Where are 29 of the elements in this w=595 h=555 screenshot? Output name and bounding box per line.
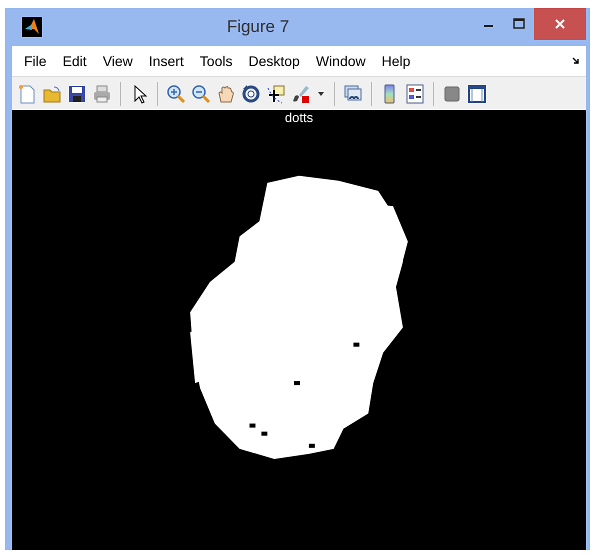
- axes-title: dotts: [284, 110, 314, 125]
- save-icon[interactable]: [67, 84, 87, 104]
- new-file-icon[interactable]: [17, 84, 37, 104]
- menu-item[interactable]: Edit: [54, 53, 95, 69]
- close-button[interactable]: [534, 8, 586, 40]
- zoom-out-icon[interactable]: [191, 84, 211, 104]
- zoom-in-icon[interactable]: [166, 84, 186, 104]
- menu-item[interactable]: Window: [308, 53, 374, 69]
- hand-icon[interactable]: [216, 84, 236, 104]
- print-icon[interactable]: [92, 84, 112, 104]
- menu-item[interactable]: View: [94, 53, 141, 69]
- close-icon: [554, 18, 566, 30]
- menu-item[interactable]: Desktop: [240, 53, 308, 69]
- hide-tools-icon[interactable]: [442, 84, 462, 104]
- open-folder-icon[interactable]: [42, 84, 62, 104]
- dock-arrow-icon[interactable]: [572, 57, 580, 65]
- window-title: Figure 7: [226, 17, 290, 37]
- menu-item[interactable]: Help: [374, 53, 418, 69]
- brush-icon[interactable]: [291, 84, 311, 104]
- legend-icon[interactable]: [405, 84, 425, 104]
- data-cursor-icon[interactable]: [266, 84, 286, 104]
- menu-item[interactable]: Insert: [140, 53, 192, 69]
- menu-item[interactable]: Tools: [192, 53, 240, 69]
- link-plot-icon[interactable]: [343, 84, 363, 104]
- app-logo-icon: [22, 17, 42, 37]
- maximize-icon: [513, 18, 525, 30]
- menu-item[interactable]: File: [16, 53, 55, 69]
- rotate-icon[interactable]: [241, 84, 261, 104]
- show-tools-icon[interactable]: [467, 84, 487, 104]
